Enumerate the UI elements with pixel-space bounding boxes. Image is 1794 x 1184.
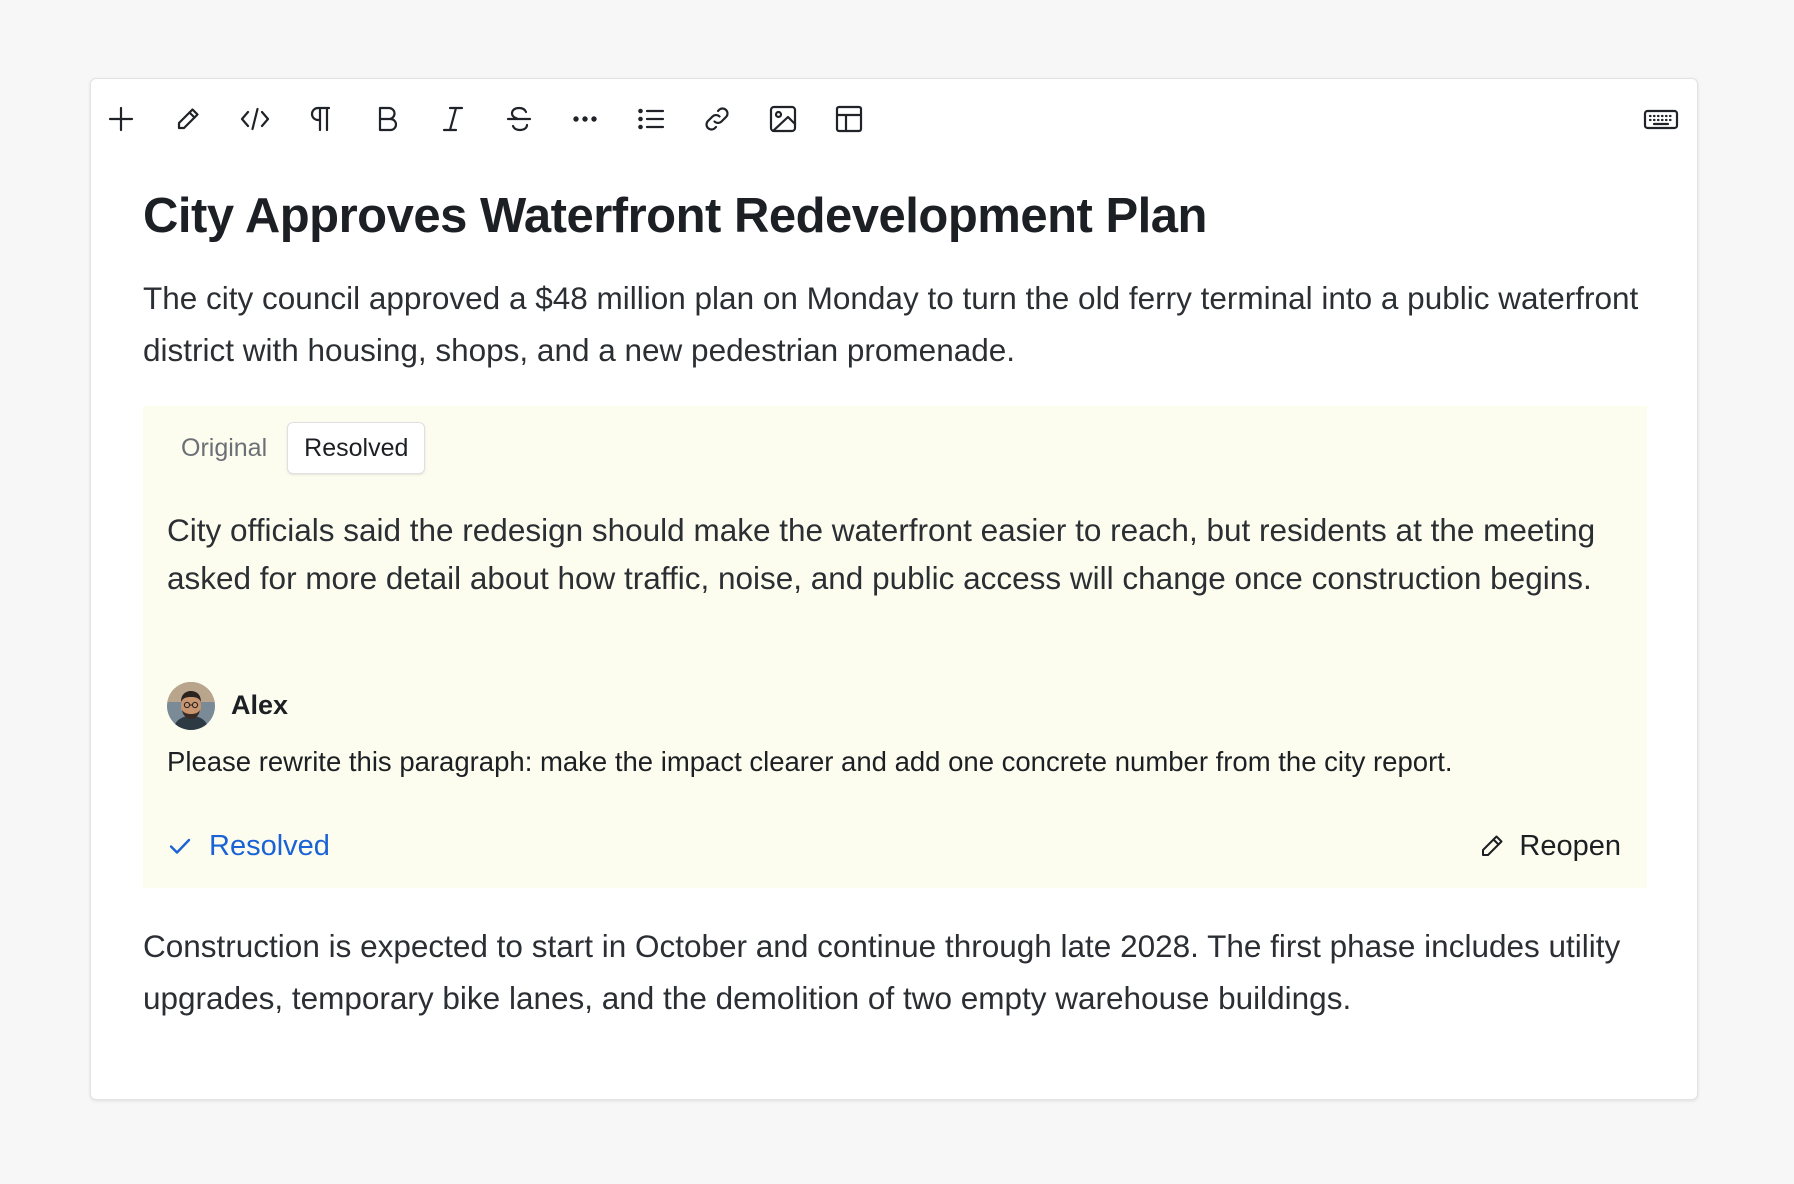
italic-button[interactable] bbox=[431, 97, 475, 141]
bold-icon bbox=[378, 106, 398, 132]
pencil-icon bbox=[1482, 835, 1503, 857]
code-icon bbox=[240, 107, 270, 131]
commented-paragraph[interactable]: City officials said the redesign should … bbox=[167, 506, 1627, 602]
keyboard-icon bbox=[1643, 109, 1679, 130]
link-button[interactable] bbox=[695, 97, 739, 141]
avatar bbox=[167, 681, 215, 730]
document-content: City Approves Waterfront Redevelopment P… bbox=[143, 187, 1647, 1024]
check-icon bbox=[169, 839, 191, 854]
pencil-icon bbox=[177, 108, 199, 130]
page-title: City Approves Waterfront Redevelopment P… bbox=[143, 189, 1207, 243]
table-icon bbox=[835, 105, 863, 133]
italic-icon bbox=[442, 106, 464, 132]
author-name: Alex bbox=[231, 690, 289, 721]
image-icon bbox=[769, 105, 797, 133]
resolved-label: Resolved bbox=[209, 829, 330, 862]
bullet-list-icon bbox=[638, 108, 665, 130]
tab-resolved[interactable]: Resolved bbox=[287, 421, 426, 474]
table-button[interactable] bbox=[827, 97, 871, 141]
more-icon bbox=[573, 116, 597, 122]
code-button[interactable] bbox=[233, 97, 277, 141]
avatar-image bbox=[167, 681, 215, 730]
toolbar bbox=[91, 79, 1697, 159]
bullet-list-button[interactable] bbox=[629, 97, 673, 141]
editor-card: City Approves Waterfront Redevelopment P… bbox=[90, 78, 1698, 1100]
edit-button[interactable] bbox=[166, 97, 210, 141]
reopen-label: Reopen bbox=[1519, 829, 1621, 862]
plus-icon bbox=[108, 106, 134, 132]
insert-button[interactable] bbox=[99, 97, 143, 141]
comment-tabs: Original Resolved bbox=[165, 421, 426, 474]
strikethrough-button[interactable] bbox=[497, 97, 541, 141]
pilcrow-icon bbox=[310, 106, 331, 132]
comment-author: Alex bbox=[167, 681, 289, 730]
tab-original[interactable]: Original bbox=[165, 423, 283, 473]
keyboard-button[interactable] bbox=[1639, 97, 1683, 141]
reopen-button[interactable]: Reopen bbox=[1477, 830, 1621, 863]
comment-thread: Original Resolved City officials said th… bbox=[143, 405, 1647, 888]
link-icon bbox=[705, 107, 729, 131]
more-button[interactable] bbox=[563, 97, 607, 141]
paragraph-1[interactable]: The city council approved a $48 million … bbox=[143, 272, 1647, 376]
resolved-status[interactable]: Resolved bbox=[167, 830, 330, 863]
image-button[interactable] bbox=[761, 97, 805, 141]
paragraph-2[interactable]: Construction is expected to start in Oct… bbox=[143, 920, 1647, 1024]
paragraph-button[interactable] bbox=[299, 97, 343, 141]
comment-body: Please rewrite this paragraph: make the … bbox=[167, 745, 1453, 777]
strikethrough-icon bbox=[506, 106, 532, 132]
bold-button[interactable] bbox=[365, 97, 409, 141]
